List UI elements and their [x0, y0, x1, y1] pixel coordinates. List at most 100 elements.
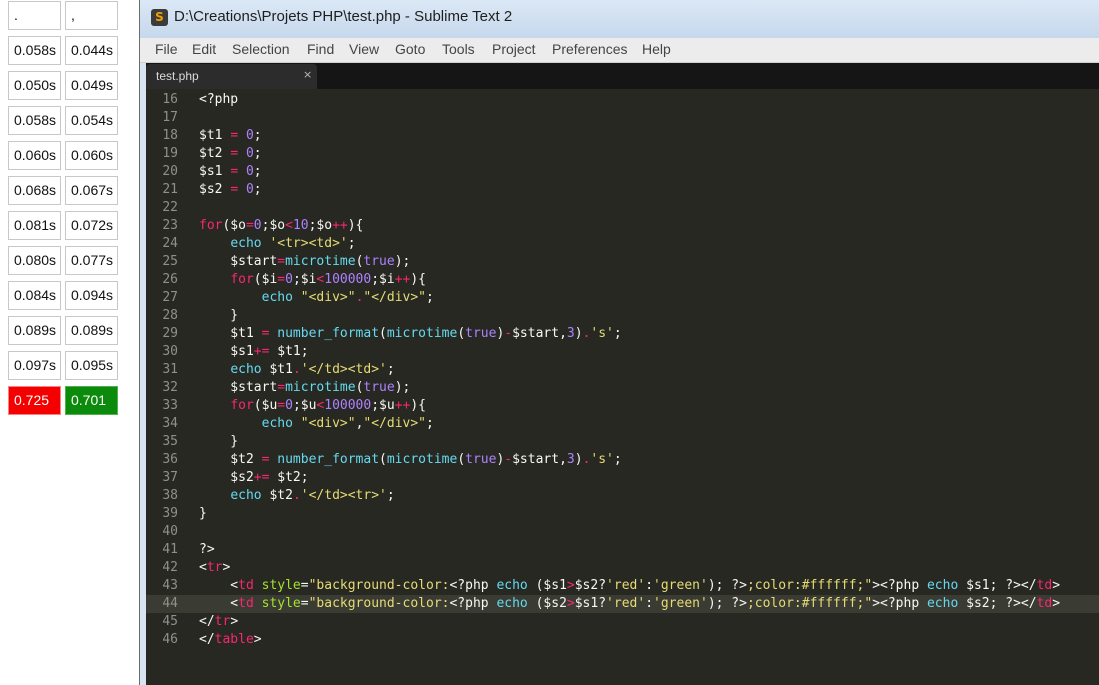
table-cell: 0.072s — [65, 211, 118, 240]
code-line[interactable]: 24 echo '<tr><td>'; — [146, 235, 1099, 253]
code-line[interactable]: 22 — [146, 199, 1099, 217]
code-line[interactable]: 46 </table> — [146, 631, 1099, 649]
code-token: 's' — [590, 452, 614, 467]
menu-preferences[interactable]: Preferences — [552, 41, 627, 57]
code-line[interactable]: 44 <td style="background-color:<?php ech… — [146, 595, 1099, 613]
code-line[interactable]: 33 for($u=0;$u<100000;$u++){ — [146, 397, 1099, 415]
code-line[interactable]: 42 <tr> — [146, 559, 1099, 577]
code-token: } — [199, 308, 239, 323]
code-line[interactable]: 32 $start=microtime(true); — [146, 379, 1099, 397]
menu-selection[interactable]: Selection — [232, 41, 290, 57]
tab-test-php[interactable]: test.php × — [146, 64, 317, 89]
code-line[interactable]: 31 echo $t1.'</td><td>'; — [146, 361, 1099, 379]
code-line[interactable]: 16 <?php — [146, 91, 1099, 109]
code-token: true — [363, 380, 395, 395]
code-text: echo "<div>","</div>"; — [199, 415, 434, 433]
code-text: </table> — [199, 631, 262, 649]
line-number: 45 — [162, 614, 178, 629]
line-number: 33 — [162, 398, 178, 413]
code-token: = — [300, 596, 309, 611]
code-line[interactable]: 23 for($o=0;$o<10;$o++){ — [146, 217, 1099, 235]
code-token: "</div>" — [363, 290, 427, 305]
code-token: 0 — [245, 164, 254, 179]
code-token: ;$u — [371, 398, 395, 413]
table-header-cell: . — [8, 1, 61, 30]
code-text: } — [199, 505, 207, 523]
menu-goto[interactable]: Goto — [395, 41, 425, 57]
code-token: ; — [386, 362, 395, 377]
title-bar[interactable]: S D:\Creations\Projets PHP\test.php - Su… — [140, 0, 1099, 38]
code-line[interactable]: 34 echo "<div>","</div>"; — [146, 415, 1099, 433]
code-line[interactable]: 38 echo $t2.'</td><tr>'; — [146, 487, 1099, 505]
code-token: td — [238, 578, 254, 593]
table-cell: 0.050s — [8, 71, 61, 100]
line-number: 30 — [162, 344, 178, 359]
code-text: echo '<tr><td>'; — [199, 235, 355, 253]
code-line[interactable]: 17 — [146, 109, 1099, 127]
close-icon[interactable]: × — [303, 68, 312, 81]
code-text: $start=microtime(true); — [199, 379, 410, 397]
code-line[interactable]: 35 } — [146, 433, 1099, 451]
code-token: ; — [613, 326, 622, 341]
menu-file[interactable]: File — [155, 41, 178, 57]
code-token: '<tr><td>' — [269, 236, 348, 251]
code-line[interactable]: 45 </tr> — [146, 613, 1099, 631]
code-line[interactable]: 41 ?> — [146, 541, 1099, 559]
code-text: for($i=0;$i<100000;$i++){ — [199, 271, 426, 289]
code-token: 0 — [245, 128, 254, 143]
menu-view[interactable]: View — [349, 41, 379, 57]
code-token: > — [566, 578, 575, 593]
line-number: 20 — [162, 164, 178, 179]
table-cell: 0.049s — [65, 71, 118, 100]
code-text: $t2 = 0; — [199, 145, 262, 163]
code-line[interactable]: 25 $start=microtime(true); — [146, 253, 1099, 271]
line-number: 19 — [162, 146, 178, 161]
code-token: $s1; ?></ — [958, 578, 1037, 593]
code-line[interactable]: 19 $t2 = 0; — [146, 145, 1099, 163]
table-header-cell: , — [65, 1, 118, 30]
code-line[interactable]: 18 $t1 = 0; — [146, 127, 1099, 145]
menu-project[interactable]: Project — [492, 41, 536, 57]
code-token: echo — [230, 488, 262, 503]
code-token: > — [1052, 578, 1061, 593]
menu-find[interactable]: Find — [307, 41, 334, 57]
line-number: 37 — [162, 470, 178, 485]
code-line[interactable]: 36 $t2 = number_format(microtime(true)-$… — [146, 451, 1099, 469]
code-token: ; — [253, 182, 262, 197]
code-line[interactable]: 29 $t1 = number_format(microtime(true)-$… — [146, 325, 1099, 343]
code-token: $s2; ?></ — [958, 596, 1037, 611]
code-line[interactable]: 28 } — [146, 307, 1099, 325]
code-editor[interactable]: 16 <?php 17 18 $t1 = 0; 19 $t2 = 0; 20 $s1 = 0; 2… — [146, 89, 1099, 685]
menu-help[interactable]: Help — [642, 41, 671, 57]
code-token: echo — [261, 416, 293, 431]
code-line[interactable]: 30 $s1+= $t1; — [146, 343, 1099, 361]
code-line[interactable]: 39} — [146, 505, 1099, 523]
code-text: <td style="background-color:<?php echo (… — [199, 595, 1060, 613]
code-line[interactable]: 40 — [146, 523, 1099, 541]
code-line[interactable]: 37 $s2+= $t2; — [146, 469, 1099, 487]
code-token: 3 — [566, 326, 575, 341]
menu-tools[interactable]: Tools — [442, 41, 475, 57]
code-token: $start, — [512, 326, 567, 341]
code-token: $s1 — [199, 164, 231, 179]
code-token: ( — [457, 452, 466, 467]
code-token: table — [214, 632, 254, 647]
line-number: 16 — [162, 92, 178, 107]
code-token: ><?php — [872, 578, 927, 593]
code-token: td — [1036, 596, 1053, 611]
code-token: $t1 — [199, 128, 231, 143]
code-line[interactable]: 21 $s2 = 0; — [146, 181, 1099, 199]
code-token: 'green' — [653, 596, 708, 611]
code-line[interactable]: 43 <td style="background-color:<?php ech… — [146, 577, 1099, 595]
total-cell-green: 0.701 — [65, 386, 118, 415]
code-token: tr — [214, 614, 231, 629]
code-line[interactable]: 26 for($i=0;$i<100000;$i++){ — [146, 271, 1099, 289]
code-line[interactable]: 27 echo "<div>"."</div>"; — [146, 289, 1099, 307]
line-number: 42 — [162, 560, 178, 575]
code-line[interactable]: 20 $s1 = 0; — [146, 163, 1099, 181]
menu-edit[interactable]: Edit — [192, 41, 216, 57]
